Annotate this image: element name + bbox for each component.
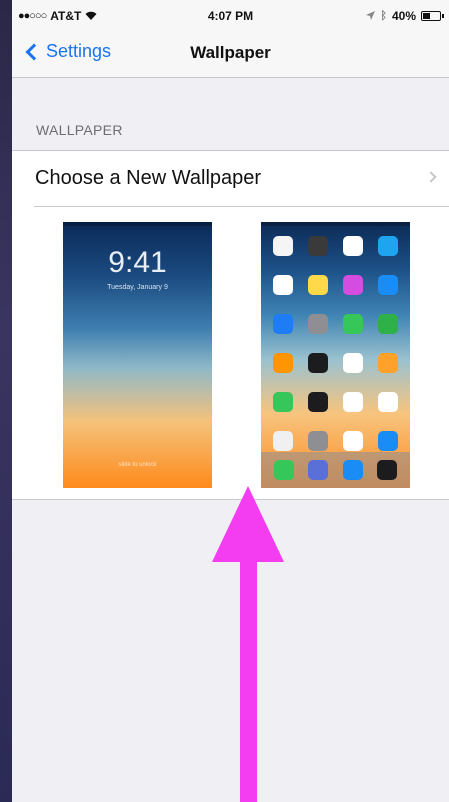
app-icon xyxy=(273,275,293,295)
navigation-bar: Settings Wallpaper xyxy=(12,30,449,78)
app-icon xyxy=(343,392,363,412)
app-icon xyxy=(378,275,398,295)
bluetooth-icon: ᛒ xyxy=(380,10,387,22)
page-title: Wallpaper xyxy=(190,43,271,62)
dock-app-icon xyxy=(274,460,295,480)
chevron-right-icon xyxy=(425,171,437,183)
row-label: Choose a New Wallpaper xyxy=(35,167,262,189)
lock-time: 9:41 xyxy=(108,246,167,279)
divider xyxy=(34,206,449,207)
app-icon-grid xyxy=(273,236,399,451)
app-icon xyxy=(273,236,293,256)
settings-screen: ●●○○○ AT&T 4:07 PM ᛒ 40% Settings Wallpa… xyxy=(12,0,449,802)
choose-new-wallpaper-row[interactable]: Choose a New Wallpaper xyxy=(12,151,449,206)
lock-screen-wallpaper-preview[interactable]: 9:41 Tuesday, January 9 slide to unlock xyxy=(63,222,212,488)
app-icon xyxy=(308,392,328,412)
app-icon xyxy=(273,392,293,412)
dock-app-icon xyxy=(342,460,363,480)
wallpaper-group: Choose a New Wallpaper 9:41 Tuesday, Jan… xyxy=(12,150,449,500)
battery-percent: 40% xyxy=(391,9,416,23)
slide-to-unlock: slide to unlock xyxy=(118,462,157,468)
app-icon xyxy=(308,353,328,373)
dock-app-icon xyxy=(376,460,397,480)
lock-date: Tuesday, January 9 xyxy=(107,284,168,291)
app-icon xyxy=(308,236,328,256)
section-header: WALLPAPER xyxy=(36,122,123,138)
app-icon xyxy=(378,236,398,256)
app-icon xyxy=(273,431,293,451)
app-icon xyxy=(308,275,328,295)
app-icon xyxy=(378,431,398,451)
app-icon xyxy=(273,353,293,373)
app-icon xyxy=(378,392,398,412)
annotation-arrow-shaft xyxy=(240,560,257,802)
app-icon xyxy=(308,314,328,334)
home-screen-wallpaper-preview[interactable] xyxy=(261,222,410,488)
app-icon xyxy=(308,431,328,451)
app-icon xyxy=(343,431,363,451)
app-icon xyxy=(378,314,398,334)
dock xyxy=(261,452,410,488)
location-icon xyxy=(366,9,376,23)
app-icon xyxy=(273,314,293,334)
preview-status-bar xyxy=(63,222,212,226)
status-bar: ●●○○○ AT&T 4:07 PM ᛒ 40% xyxy=(12,0,449,30)
preview-status-bar xyxy=(261,222,410,226)
app-icon xyxy=(343,236,363,256)
annotation-arrow-head xyxy=(212,486,284,562)
app-icon xyxy=(343,275,363,295)
dock-app-icon xyxy=(308,460,329,480)
battery-icon xyxy=(421,11,444,21)
app-icon xyxy=(343,314,363,334)
app-icon xyxy=(378,353,398,373)
app-icon xyxy=(343,353,363,373)
